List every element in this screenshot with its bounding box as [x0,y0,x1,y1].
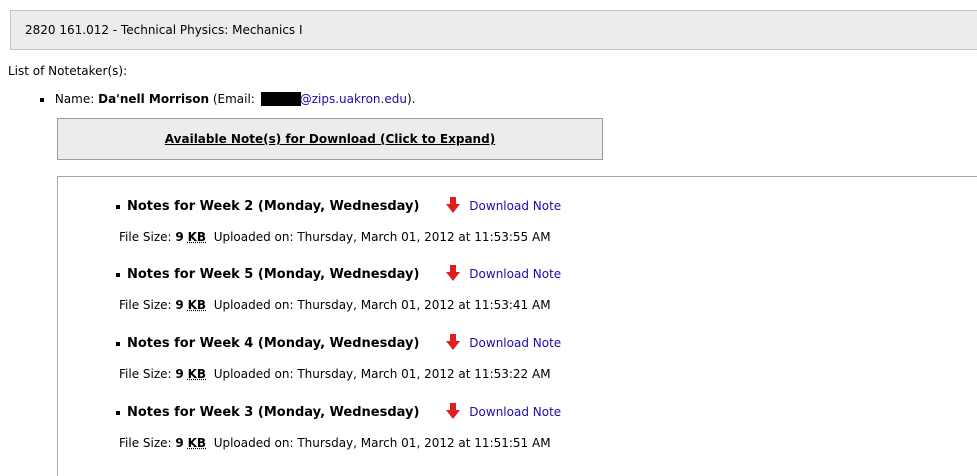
file-size-unit: KB [187,436,207,450]
note-title: Notes for Week 4 (Monday, Wednesday) [127,336,420,351]
file-size-value: 9 [175,436,184,450]
note-meta: File Size: 9 KB Uploaded on: Thursday, M… [119,230,551,244]
upload-date: Uploaded on: Thursday, March 01, 2012 at… [213,298,551,312]
bullet-icon [116,341,120,346]
download-note-link[interactable]: Download Note [469,336,561,350]
email-link[interactable]: @zips.uakron.edu [300,92,407,106]
notetakers-label: List of Notetaker(s): [8,64,128,78]
download-note-link[interactable]: Download Note [469,199,561,213]
bullet-icon [116,272,120,277]
bullet-icon [116,204,120,209]
notes-panel: Notes for Week 2 (Monday, Wednesday) Dow… [57,176,977,476]
down-arrow-icon[interactable] [445,402,461,420]
bullet-icon [116,410,120,415]
file-size-value: 9 [175,230,184,244]
file-size-unit: KB [187,298,207,312]
note-title: Notes for Week 2 (Monday, Wednesday) [127,199,420,214]
upload-date: Uploaded on: Thursday, March 01, 2012 at… [213,230,551,244]
expand-notes-box[interactable]: Available Note(s) for Download (Click to… [57,118,603,160]
download-note-link[interactable]: Download Note [469,405,561,419]
expand-notes-link[interactable]: Available Note(s) for Download (Click to… [165,132,495,146]
redacted-block [260,92,301,106]
note-meta: File Size: 9 KB Uploaded on: Thursday, M… [119,298,551,312]
note-title: Notes for Week 5 (Monday, Wednesday) [127,267,420,282]
note-item: Notes for Week 5 (Monday, Wednesday) Dow… [116,264,561,282]
upload-date: Uploaded on: Thursday, March 01, 2012 at… [213,367,551,381]
down-arrow-icon[interactable] [445,333,461,351]
notetaker-entry: Name: Da'nell Morrison (Email: @zips.uak… [40,92,415,106]
note-item: Notes for Week 2 (Monday, Wednesday) Dow… [116,196,561,214]
file-size-value: 9 [175,367,184,381]
name-label: Name: [54,92,95,106]
file-size-label: File Size: [119,298,172,312]
down-arrow-icon[interactable] [445,264,461,282]
course-title: 2820 161.012 - Technical Physics: Mechan… [25,23,303,37]
download-note-link[interactable]: Download Note [469,267,561,281]
bullet-icon [40,97,44,102]
note-meta: File Size: 9 KB Uploaded on: Thursday, M… [119,367,551,381]
note-meta: File Size: 9 KB Uploaded on: Thursday, M… [119,436,551,450]
upload-date: Uploaded on: Thursday, March 01, 2012 at… [213,436,551,450]
note-item: Notes for Week 3 (Monday, Wednesday) Dow… [116,402,561,420]
down-arrow-icon[interactable] [445,196,461,214]
file-size-unit: KB [187,230,207,244]
email-suffix: ). [406,92,416,106]
note-title: Notes for Week 3 (Monday, Wednesday) [127,405,420,420]
file-size-value: 9 [175,298,184,312]
file-size-label: File Size: [119,230,172,244]
file-size-unit: KB [187,367,207,381]
note-item: Notes for Week 4 (Monday, Wednesday) Dow… [116,333,561,351]
file-size-label: File Size: [119,367,172,381]
file-size-label: File Size: [119,436,172,450]
course-header: 2820 161.012 - Technical Physics: Mechan… [10,10,977,50]
notetaker-name: Da'nell Morrison [98,92,209,106]
email-prefix: (Email: [212,92,255,106]
